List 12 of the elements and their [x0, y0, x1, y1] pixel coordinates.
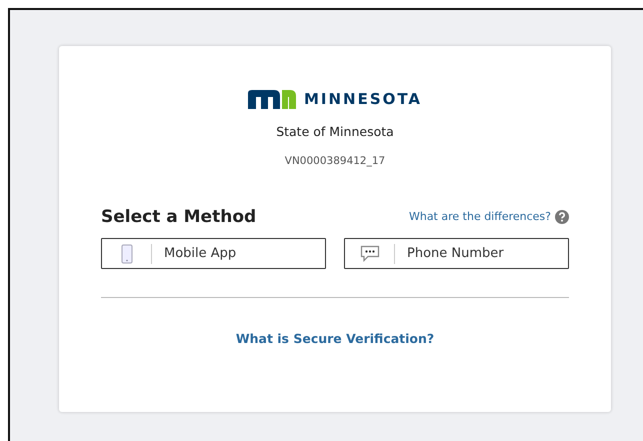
logo-wordmark: MINNESOTA: [304, 89, 422, 110]
phone-number-button[interactable]: Phone Number: [344, 238, 569, 269]
organization-name: State of Minnesota: [276, 124, 394, 138]
differences-link[interactable]: What are the differences?: [408, 209, 551, 226]
chat-bubble-icon: [360, 245, 380, 262]
phone-icon: [120, 244, 132, 264]
section-heading: Select a Method: [101, 206, 256, 228]
help-icon[interactable]: [555, 210, 569, 224]
logo-icon: [248, 89, 296, 110]
secure-verification-link[interactable]: What is Secure Verification?: [236, 331, 434, 346]
reference-code: VN0000389412_17: [284, 154, 386, 166]
mobile-app-button[interactable]: Mobile App: [101, 238, 326, 269]
